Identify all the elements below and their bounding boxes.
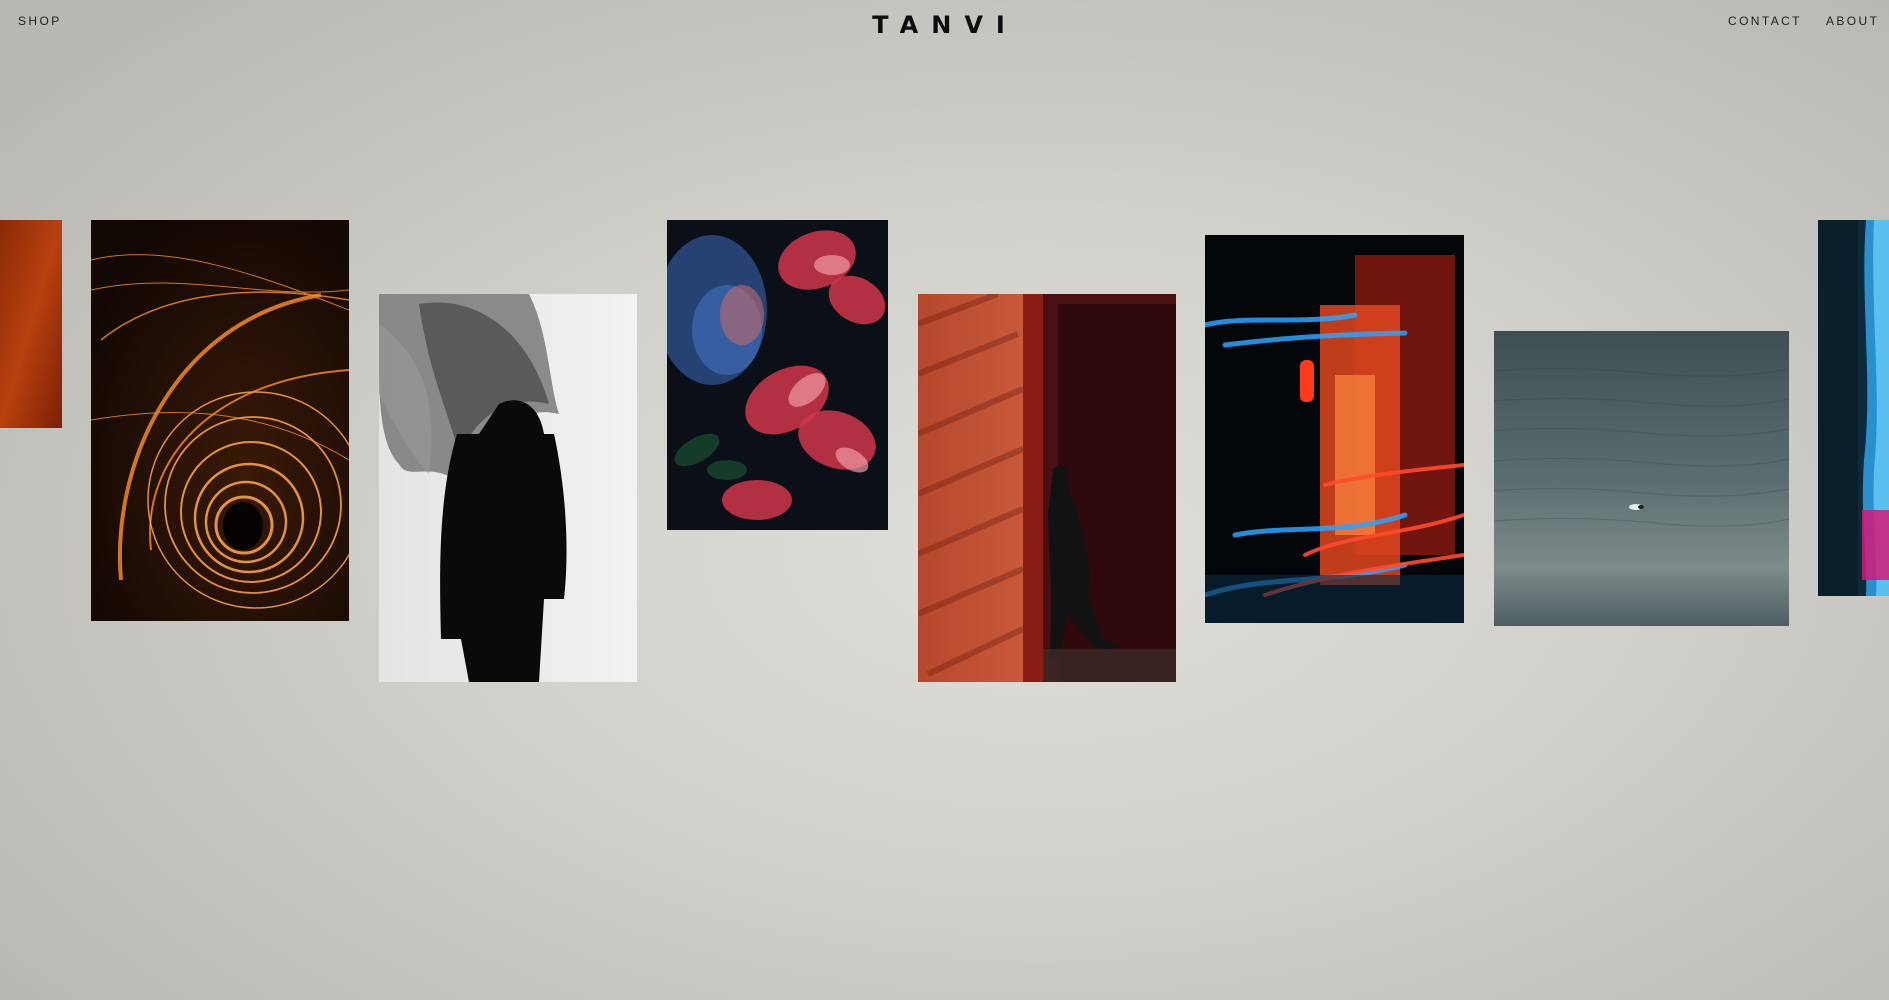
photo-blue-streak[interactable] xyxy=(1818,220,1889,596)
photo-red-doorway[interactable] xyxy=(918,294,1176,682)
photo-neon-street[interactable] xyxy=(1205,235,1464,623)
photo-face-flowers[interactable] xyxy=(667,220,888,530)
photo-steel-wool-spiral[interactable] xyxy=(91,220,349,621)
photo-sea-boat[interactable] xyxy=(1494,331,1789,626)
photo-orange-edge[interactable] xyxy=(0,220,62,428)
photo-gallery xyxy=(0,0,1889,1000)
photo-silhouette-fabric[interactable] xyxy=(379,294,637,682)
